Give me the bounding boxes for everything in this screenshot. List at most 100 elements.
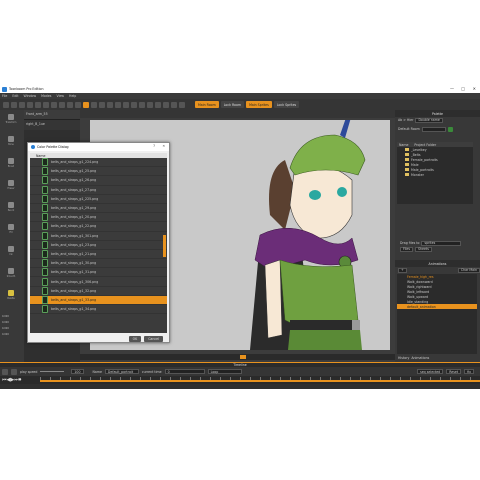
tab-sheets[interactable]: Sheets [415, 246, 432, 252]
room-tab-lock-sprites[interactable]: Lock Sprites [273, 101, 300, 108]
title-bar: Toonboom Pro Edition — □ ✕ [0, 85, 480, 93]
menu-edit[interactable]: Edit [12, 94, 18, 98]
current-time-field[interactable]: 0 [164, 369, 205, 374]
file-list-item[interactable]: belts_and_straps_g1_30.png [30, 259, 167, 269]
save-icon[interactable] [19, 101, 25, 108]
file-list-item[interactable]: belts_and_straps_g1_31.png [30, 268, 167, 278]
horizontal-scrollbar[interactable] [80, 354, 395, 360]
dialog-scrollbar-thumb[interactable] [163, 235, 166, 257]
file-list-item[interactable]: belts_and_straps_g1_25.png [30, 167, 167, 177]
settings-icon[interactable] [155, 101, 161, 108]
tool-bone[interactable]: Bone [4, 136, 18, 146]
record-icon[interactable] [83, 101, 89, 108]
layers-icon[interactable] [163, 101, 169, 108]
fps-field[interactable]: 100 [71, 369, 84, 374]
tree-col-name[interactable]: Name [399, 143, 408, 147]
file-list-item[interactable]: belts_and_straps_g1_33.png [30, 295, 167, 305]
center-icon[interactable] [123, 101, 129, 108]
tool-transform[interactable]: Transform [4, 114, 18, 124]
new-icon[interactable] [3, 101, 9, 108]
anim-item-selected[interactable]: default_animation [397, 304, 477, 309]
minimize-button[interactable]: — [450, 86, 454, 91]
file-list-item[interactable]: belts_and_straps_g1_32.png [30, 286, 167, 296]
close-button[interactable]: ✕ [473, 86, 476, 91]
zoom-out-icon[interactable] [99, 101, 105, 108]
room-tab-lock[interactable]: Lock Room [220, 101, 245, 108]
room-tab-main[interactable]: Main Room [195, 101, 219, 108]
loop-field[interactable]: Loop [207, 369, 242, 374]
tool-fill[interactable]: Fill [4, 224, 18, 234]
tab-history[interactable]: History [398, 356, 409, 360]
ok-button[interactable]: OK [128, 336, 142, 342]
copy-icon[interactable] [51, 101, 57, 108]
preview-icon[interactable] [147, 101, 153, 108]
scroll-thumb[interactable] [240, 355, 246, 359]
tool-prop-value[interactable]: 0.000 [0, 333, 24, 339]
onion-icon[interactable] [75, 101, 81, 108]
default-select[interactable] [421, 126, 446, 132]
tab-animations[interactable]: Animations [411, 356, 429, 360]
room-tab-main-sprites[interactable]: Main Sprites [246, 101, 272, 108]
redo-icon[interactable] [35, 101, 41, 108]
mask-icon[interactable] [179, 101, 185, 108]
char-select[interactable]: Char Main [457, 267, 480, 273]
tree-item[interactable]: Monster [397, 172, 473, 177]
level-sub-name[interactable]: right_B_1ue [26, 122, 80, 126]
new-animation-button[interactable]: + [398, 267, 407, 273]
menu-view[interactable]: View [56, 94, 64, 98]
file-list-item[interactable]: belts_and_straps_g1_27.png [30, 185, 167, 195]
zoom-in-icon[interactable] [91, 101, 97, 108]
reset-button[interactable]: Reset [446, 369, 462, 374]
paste-icon[interactable] [59, 101, 65, 108]
mode-select[interactable]: Double name [415, 117, 443, 123]
file-list-item[interactable]: belts_and_straps_g1_26.png [30, 176, 167, 186]
render-icon[interactable] [139, 101, 145, 108]
tool-brush[interactable]: Brush [4, 158, 18, 168]
cancel-button[interactable]: Cancel [144, 336, 163, 342]
cut-icon[interactable] [43, 101, 49, 108]
flip-icon[interactable] [115, 101, 121, 108]
undo-icon[interactable] [27, 101, 33, 108]
file-list-item[interactable]: belts_and_straps_g1_21.png [30, 249, 167, 260]
fps-slider[interactable] [40, 371, 65, 372]
fix-button[interactable]: fix [464, 369, 474, 374]
menu-window[interactable]: Window [24, 94, 37, 98]
menu-help[interactable]: Help [69, 94, 76, 98]
maximize-button[interactable]: □ [461, 86, 465, 91]
menu-modes[interactable]: Modes [41, 94, 51, 98]
seq-selected-button[interactable]: seq selected [417, 369, 444, 374]
level-strip-sub: right_B_1ue [24, 120, 80, 130]
file-list-item[interactable]: belts_and_straps_g1_23.png [30, 240, 167, 250]
tool-pencil[interactable]: Pencil [4, 202, 18, 212]
tab-files[interactable]: Files [400, 246, 413, 252]
grid-icon[interactable] [67, 101, 73, 108]
tool-palette[interactable]: Palette [4, 290, 18, 300]
tool-eraser[interactable]: Eraser [4, 180, 18, 190]
file-list-item[interactable]: belts_and_straps_g1_224.png [30, 158, 167, 168]
rotate-icon[interactable] [107, 101, 113, 108]
file-list-item[interactable]: belts_and_straps_g1_306.png [30, 277, 167, 287]
tool-smooth[interactable]: Smooth [4, 268, 18, 278]
tree-col-folder[interactable]: Project Folder [414, 143, 436, 147]
help-button[interactable]: ? [153, 144, 155, 148]
light-icon[interactable] [171, 101, 177, 108]
menu-file[interactable]: File [2, 94, 7, 98]
tool-ink[interactable]: Ink [4, 246, 18, 256]
file-list-item[interactable]: belts_and_straps_g1_301.png [30, 231, 167, 241]
file-list-item[interactable]: belts_and_straps_g1_22.png [30, 222, 167, 232]
delete-frame-icon[interactable] [11, 368, 17, 375]
playback-controls-icon[interactable]: ⏮◀▶⏭⏺ [2, 377, 21, 383]
drag-target-field[interactable]: sprites [421, 240, 462, 246]
file-list-item[interactable]: belts_and_straps_g1_225.png [30, 194, 167, 204]
level-name[interactable]: Front_arm_55 [26, 112, 80, 116]
add-frame-icon[interactable] [2, 368, 8, 375]
file-list-item[interactable]: belts_and_straps_g1_20.png [30, 213, 167, 223]
file-list-item[interactable]: belts_and_straps_g1_34.png [30, 305, 167, 315]
file-list-item[interactable]: belts_and_straps_g1_29.png [30, 204, 167, 214]
refresh-icon[interactable] [447, 126, 453, 132]
open-icon[interactable] [11, 101, 17, 108]
fit-icon[interactable] [131, 101, 137, 108]
timeline-ruler[interactable] [40, 380, 480, 382]
dialog-close-button[interactable]: ✕ [162, 144, 165, 148]
name-field[interactable]: Default_portrait [104, 369, 139, 374]
